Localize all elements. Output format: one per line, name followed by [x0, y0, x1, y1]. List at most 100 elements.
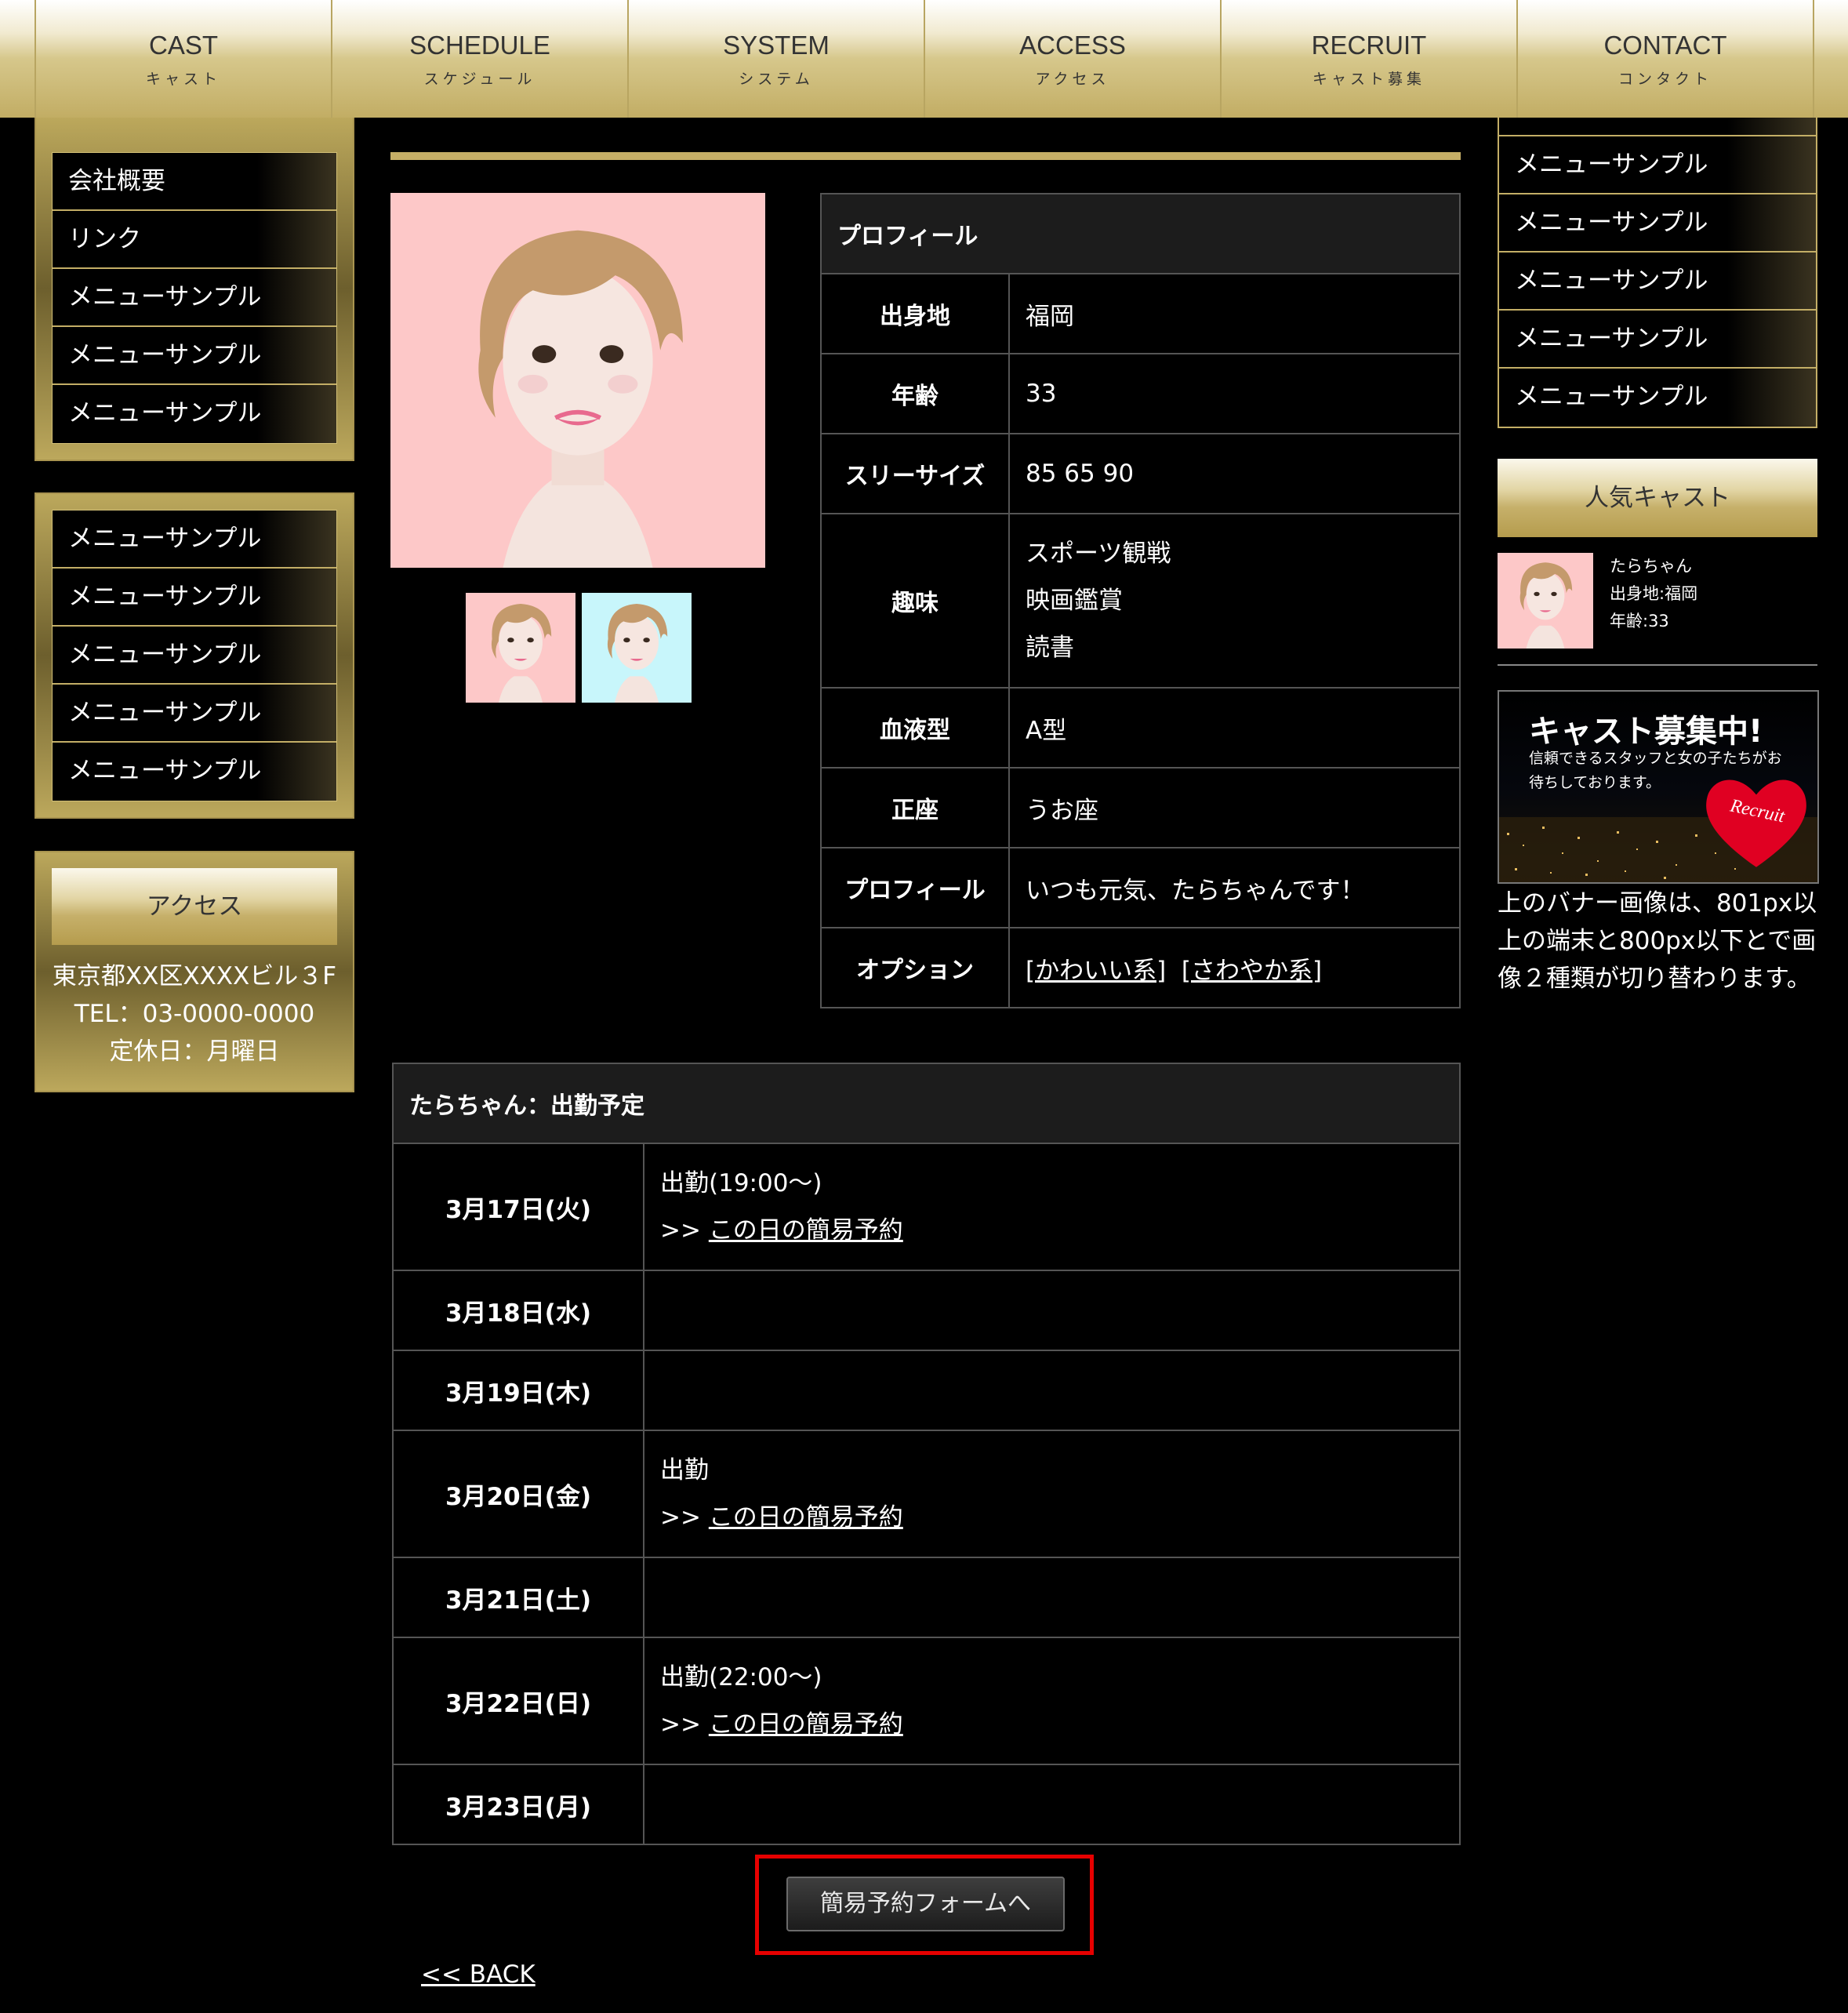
profile-label: オプション [820, 927, 1010, 1008]
nav-label: ACCESS [1019, 30, 1126, 60]
schedule-status: 出勤(22:00〜) >> この日の簡易予約 [643, 1637, 1461, 1765]
profile-value: 福岡 [1008, 273, 1461, 354]
nav-item-cast[interactable]: CAST キャスト [34, 0, 331, 118]
schedule-date: 3月21日(土) [392, 1557, 644, 1638]
popular-cast-birthplace: 出身地:福岡 [1610, 584, 1698, 603]
right-menu-item[interactable]: メニューサンプル [1499, 311, 1816, 369]
status-text: 出勤(19:00〜) [660, 1169, 822, 1197]
nav-sublabel: キャスト募集 [1312, 70, 1425, 88]
status-text: 出勤 [660, 1456, 709, 1484]
nav-item-contact[interactable]: CONTACT コンタクト [1516, 0, 1814, 118]
popular-cast-thumbnail [1498, 553, 1593, 649]
popular-cast-card[interactable]: たらちゃん 出身地:福岡 年齢:33 [1498, 553, 1817, 666]
profile-label: 血液型 [820, 687, 1010, 769]
nav-item-recruit[interactable]: RECRUIT キャスト募集 [1220, 0, 1516, 118]
nav-label: SYSTEM [723, 30, 830, 60]
left-menu-item[interactable]: メニューサンプル [53, 627, 336, 685]
schedule-table: たらちゃん：出勤予定 3月17日(火) 出勤(19:00〜) >> この日の簡易予… [392, 1063, 1461, 1845]
quick-reserve-form-button[interactable]: 簡易予約フォームへ [786, 1877, 1065, 1931]
back-link[interactable]: << BACK [421, 1960, 536, 1989]
link-prefix: >> [660, 1216, 701, 1244]
nav-label: CONTACT [1603, 30, 1727, 60]
thumbnail-image [466, 593, 575, 703]
quick-reserve-link[interactable]: この日の簡易予約 [709, 1216, 903, 1244]
cast-thumbnail-1[interactable] [466, 593, 575, 703]
popular-cast-name: たらちゃん [1610, 557, 1692, 576]
profile-label: プロフィール [820, 847, 1010, 928]
hobby-item: 映画鑑賞 [1026, 587, 1123, 615]
cast-main-photo [390, 193, 765, 568]
popular-cast-title: 人気キャスト [1498, 459, 1817, 537]
nav-item-schedule[interactable]: SCHEDULE スケジュール [331, 0, 627, 118]
left-menu-item[interactable]: 会社概要 [53, 153, 336, 211]
heart-icon: Recruit [1706, 779, 1806, 867]
access-holiday: 定休日：月曜日 [109, 1037, 280, 1066]
schedule-date: 3月23日(月) [392, 1764, 644, 1845]
profile-value: 85 65 90 [1008, 433, 1461, 514]
left-menu-item[interactable]: メニューサンプル [53, 385, 336, 443]
profile-value: いつも元気、たらちゃんです！ [1008, 847, 1461, 928]
schedule-status [643, 1270, 1461, 1351]
access-tel: TEL：03-0000-0000 [74, 1000, 315, 1028]
nav-sublabel: アクセス [1035, 70, 1110, 88]
access-box: アクセス 東京都XX区XXXXビル３F TEL：03-0000-0000 定休日… [34, 851, 354, 1092]
top-navigation: CAST キャスト SCHEDULE スケジュール SYSTEM システム ACCES… [0, 0, 1848, 118]
schedule-date: 3月20日(金) [392, 1430, 644, 1558]
nav-sublabel: キャスト [145, 70, 221, 88]
profile-value: 33 [1008, 353, 1461, 434]
schedule-date: 3月18日(水) [392, 1270, 644, 1351]
right-menu-item[interactable]: メニューサンプル [1499, 136, 1816, 194]
nav-sublabel: コンタクト [1617, 70, 1712, 88]
nav-sublabel: システム [739, 70, 814, 88]
profile-value: うお座 [1008, 767, 1461, 848]
right-menu: メニューサンプル メニューサンプル メニューサンプル メニューサンプル メニュー… [1498, 118, 1817, 428]
schedule-header: たらちゃん：出勤予定 [392, 1063, 1461, 1144]
left-menu-item[interactable]: メニューサンプル [53, 569, 336, 627]
status-text: 出勤(22:00〜) [660, 1663, 822, 1691]
nav-item-access[interactable]: ACCESS アクセス [924, 0, 1220, 118]
hobby-item: スポーツ観戦 [1026, 540, 1171, 568]
popular-cast-info: たらちゃん 出身地:福岡 年齢:33 [1610, 553, 1697, 635]
nav-label: SCHEDULE [409, 30, 550, 60]
hobby-item: 読書 [1026, 634, 1074, 662]
left-menu-item[interactable]: メニューサンプル [53, 511, 336, 569]
banner-headline: キャスト募集中! [1529, 714, 1763, 750]
left-menu-item[interactable]: メニューサンプル [53, 269, 336, 327]
nav-label: CAST [148, 30, 218, 60]
option-link-sawayaka[interactable]: [さわやか系] [1182, 957, 1322, 985]
access-title: アクセス [52, 868, 337, 945]
quick-reserve-link[interactable]: この日の簡易予約 [709, 1710, 903, 1739]
nav-item-system[interactable]: SYSTEM システム [627, 0, 924, 118]
schedule-date: 3月17日(火) [392, 1143, 644, 1271]
left-menu-box-1: 会社概要 リンク メニューサンプル メニューサンプル メニューサンプル [34, 118, 354, 461]
thumbnail-image [582, 593, 692, 703]
option-link-kawaii[interactable]: [かわいい系] [1026, 957, 1166, 985]
right-menu-item[interactable]: メニューサンプル [1499, 194, 1816, 253]
quick-reserve-link[interactable]: この日の簡易予約 [709, 1503, 903, 1532]
right-menu-item[interactable]: メニューサンプル [1499, 253, 1816, 311]
schedule-status [643, 1557, 1461, 1638]
profile-label: 出身地 [820, 273, 1010, 354]
access-info: 東京都XX区XXXXビル３F TEL：03-0000-0000 定休日：月曜日 [36, 957, 353, 1070]
left-menu-item[interactable]: メニューサンプル [53, 685, 336, 743]
schedule-date: 3月19日(木) [392, 1350, 644, 1431]
left-menu-2: メニューサンプル メニューサンプル メニューサンプル メニューサンプル メニュー… [52, 510, 337, 801]
cast-thumbnail-2[interactable] [582, 593, 692, 703]
nav-sublabel: スケジュール [423, 70, 536, 88]
schedule-date: 3月22日(日) [392, 1637, 644, 1765]
left-menu-1: 会社概要 リンク メニューサンプル メニューサンプル メニューサンプル [52, 152, 337, 444]
profile-label: スリーサイズ [820, 433, 1010, 514]
schedule-status [643, 1764, 1461, 1845]
left-menu-item[interactable]: メニューサンプル [53, 327, 336, 385]
left-menu-item[interactable]: リンク [53, 211, 336, 269]
link-prefix: >> [660, 1710, 701, 1739]
recruit-banner[interactable]: キャスト募集中! 信頼できるスタッフと女の子たちがお待ちしております。 Recr… [1498, 690, 1819, 884]
access-address: 東京都XX区XXXXビル３F [52, 962, 337, 990]
profile-label: 趣味 [820, 513, 1010, 689]
nav-label: RECRUIT [1311, 30, 1427, 60]
right-menu-item[interactable]: メニューサンプル [1499, 369, 1816, 427]
left-menu-box-2: メニューサンプル メニューサンプル メニューサンプル メニューサンプル メニュー… [34, 492, 354, 819]
schedule-status: 出勤(19:00〜) >> この日の簡易予約 [643, 1143, 1461, 1271]
left-menu-item[interactable]: メニューサンプル [53, 743, 336, 801]
profile-label: 正座 [820, 767, 1010, 848]
